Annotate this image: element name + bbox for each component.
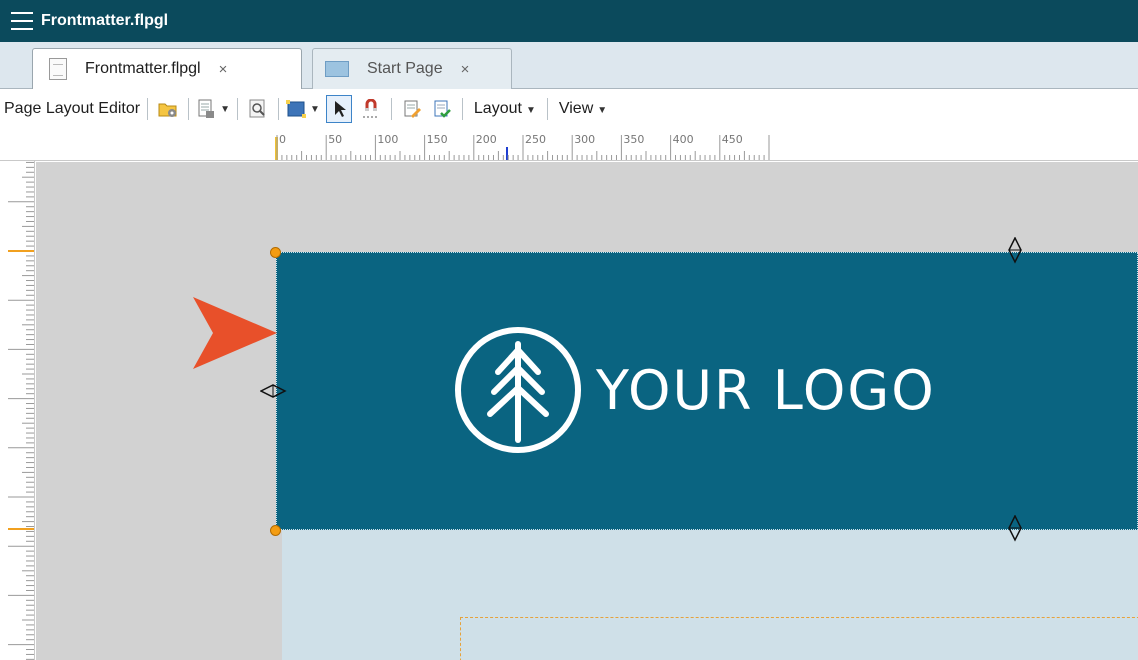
ruler-label: 300 [574, 133, 596, 146]
ruler-label: 100 [377, 133, 399, 146]
ruler-ticks [8, 161, 34, 660]
vertical-ruler[interactable] [0, 161, 35, 660]
tab-start-page[interactable]: Start Page × [312, 48, 512, 89]
separator [461, 98, 463, 120]
ruler-label: 50 [328, 133, 343, 146]
editor-label: Page Layout Editor [4, 100, 141, 117]
body-frame[interactable] [460, 617, 1138, 660]
ruler-label: 400 [672, 133, 694, 146]
title-bar: Frontmatter.flpgl [0, 0, 1138, 42]
editor-toolbar: Page Layout Editor ▼ ▼ Layout ▼ View ▼ [0, 89, 1138, 129]
callout-arrow-icon [193, 297, 277, 369]
ruler-label: 0 [279, 133, 286, 146]
menu-icon[interactable] [11, 12, 33, 30]
separator [390, 98, 392, 120]
ruler-cursor-marker [506, 147, 508, 160]
pointer-icon [334, 101, 346, 117]
window-title: Frontmatter.flpgl [41, 12, 169, 29]
ruler-label: 200 [475, 133, 497, 146]
ruler-label: 250 [525, 133, 546, 146]
ruler-label: 350 [623, 133, 645, 146]
close-icon[interactable]: × [461, 61, 470, 78]
chevron-down-icon: ▼ [597, 105, 608, 116]
start-page-icon [325, 61, 349, 77]
frame-tool-button[interactable]: ▼ [286, 95, 320, 123]
zoom-button[interactable] [245, 95, 271, 123]
logo: YOUR LOGO [454, 326, 936, 454]
document-icon [49, 58, 67, 80]
view-menu-label: View [558, 100, 594, 117]
resize-arrow-icon[interactable] [1006, 515, 1024, 545]
tab-frontmatter[interactable]: Frontmatter.flpgl × [32, 48, 302, 89]
header-frame[interactable]: YOUR LOGO [276, 252, 1138, 530]
tab-strip: Frontmatter.flpgl × Start Page × [0, 42, 1138, 89]
zoom-icon [249, 99, 265, 118]
resize-handle-bottom-left[interactable] [270, 525, 281, 536]
page-button[interactable]: ▼ [196, 95, 230, 123]
apply-button[interactable] [429, 95, 455, 123]
tree-logo-icon [455, 327, 581, 453]
frame-icon [286, 100, 306, 118]
page-icon [198, 99, 215, 118]
resize-arrow-icon[interactable] [260, 382, 290, 400]
layout-canvas[interactable]: YOUR LOGO [36, 162, 1138, 660]
edit-properties-icon [404, 100, 421, 118]
view-menu[interactable]: View ▼ [555, 100, 611, 118]
snap-icon [362, 99, 379, 118]
resize-arrow-icon[interactable] [1006, 237, 1024, 267]
separator [278, 98, 279, 120]
ruler-label: 150 [426, 133, 448, 146]
ruler-ticks [275, 135, 770, 160]
layout-menu[interactable]: Layout ▼ [470, 100, 540, 118]
layout-menu-label: Layout [473, 100, 522, 117]
resize-handle-top-left[interactable] [270, 247, 281, 258]
chevron-down-icon: ▼ [525, 105, 536, 116]
edit-properties-button[interactable] [399, 95, 425, 123]
separator [188, 98, 190, 120]
select-pointer-button[interactable] [325, 95, 352, 123]
logo-text: YOUR LOGO [596, 358, 936, 422]
chevron-down-icon: ▼ [310, 103, 320, 115]
separator [546, 98, 548, 120]
ruler-label: 450 [721, 133, 743, 146]
tab-label: Start Page [367, 60, 443, 77]
horizontal-ruler[interactable]: 0 50 100 150 200 250 300 350 400 450 [0, 129, 1138, 161]
apply-icon [434, 100, 451, 118]
chevron-down-icon: ▼ [220, 103, 230, 115]
separator [237, 98, 238, 120]
snap-button[interactable] [358, 95, 384, 123]
tab-label: Frontmatter.flpgl [85, 60, 201, 77]
separator [147, 98, 149, 120]
close-icon[interactable]: × [219, 61, 228, 78]
open-folder-button[interactable] [155, 95, 181, 123]
open-folder-icon [158, 103, 177, 117]
